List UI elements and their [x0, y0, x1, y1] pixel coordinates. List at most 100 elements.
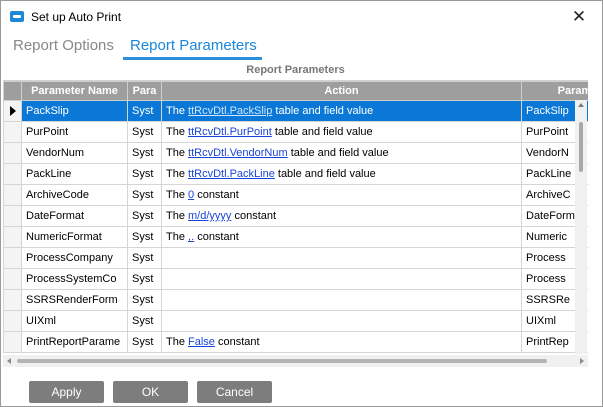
table-row[interactable]: PrintReportParame Syst The False constant P…: [3, 331, 588, 353]
parameter-type-cell[interactable]: Syst: [127, 121, 162, 143]
action-link[interactable]: ttRcvDtl.VendorNum: [188, 147, 288, 159]
action-suffix: table and field value: [271, 126, 373, 139]
parameter-type-cell[interactable]: Syst: [127, 163, 162, 185]
action-link[interactable]: m/d/yyyy: [188, 210, 231, 222]
parameter-name-cell[interactable]: ProcessCompany: [21, 247, 128, 269]
parameter-name-cell[interactable]: SSRSRenderForm: [21, 289, 128, 311]
action-suffix: table and field value: [287, 147, 389, 160]
action-cell[interactable]: The False constant: [161, 331, 522, 353]
col-header-parameter-name[interactable]: Parameter Name: [21, 81, 128, 101]
window-title: Set up Auto Print: [31, 10, 122, 24]
row-selector[interactable]: [3, 142, 22, 164]
parameter-type-cell[interactable]: Syst: [127, 205, 162, 227]
parameter-name-cell[interactable]: UIXml: [21, 310, 128, 332]
action-prefix: The: [166, 105, 189, 118]
horizontal-scrollbar[interactable]: [3, 355, 588, 367]
row-selector[interactable]: [3, 226, 22, 248]
row-selector[interactable]: [3, 268, 22, 290]
parameter-type-cell[interactable]: Syst: [127, 289, 162, 311]
title-bar: Set up Auto Print ✕: [1, 1, 602, 32]
row-selector[interactable]: [3, 289, 22, 311]
tab-bar: Report Options Report Parameters: [1, 35, 602, 61]
action-link[interactable]: ttRcvDtl.PurPoint: [188, 126, 272, 138]
table-row[interactable]: PurPoint Syst The ttRcvDtl.PurPoint table …: [3, 121, 588, 143]
vertical-scrollbar[interactable]: [575, 100, 587, 354]
current-row-arrow-icon: [9, 106, 16, 117]
action-suffix: constant: [194, 231, 239, 244]
parameter-type-cell[interactable]: Syst: [127, 100, 162, 122]
parameter-name-cell[interactable]: PackLine: [21, 163, 128, 185]
row-selector[interactable]: [3, 331, 22, 353]
parameter-name-cell[interactable]: DateFormat: [21, 205, 128, 227]
table-row[interactable]: ProcessCompany Syst Process: [3, 247, 588, 269]
row-selector[interactable]: [3, 100, 22, 122]
action-prefix: The: [166, 231, 189, 244]
table-row[interactable]: SSRSRenderForm Syst SSRSRe: [3, 289, 588, 311]
table-row[interactable]: NumericFormat Syst The ,. constant Numeric: [3, 226, 588, 248]
cancel-button[interactable]: Cancel: [197, 381, 272, 403]
table-row[interactable]: PackSlip Syst The ttRcvDtl.PackSlip table …: [3, 100, 588, 122]
action-cell[interactable]: [161, 289, 522, 311]
row-selector[interactable]: [3, 205, 22, 227]
action-cell[interactable]: The m/d/yyyy constant: [161, 205, 522, 227]
action-cell[interactable]: [161, 247, 522, 269]
parameter-type-cell[interactable]: Syst: [127, 268, 162, 290]
parameter-type-cell[interactable]: Syst: [127, 142, 162, 164]
table-row[interactable]: PackLine Syst The ttRcvDtl.PackLine table …: [3, 163, 588, 185]
col-header-parame[interactable]: Parame: [521, 81, 588, 101]
row-selector[interactable]: [3, 163, 22, 185]
action-cell[interactable]: The ttRcvDtl.PackSlip table and field va…: [161, 100, 522, 122]
row-selector[interactable]: [3, 121, 22, 143]
vertical-scroll-thumb[interactable]: [579, 122, 583, 172]
parameter-name-cell[interactable]: VendorNum: [21, 142, 128, 164]
action-link[interactable]: ttRcvDtl.PackLine: [188, 168, 275, 180]
action-cell[interactable]: [161, 310, 522, 332]
parameter-type-cell[interactable]: Syst: [127, 331, 162, 353]
parameters-grid: Parameter Name Para Action Parame PackSl…: [3, 80, 588, 354]
col-header-action[interactable]: Action: [161, 81, 522, 101]
action-cell[interactable]: The 0 constant: [161, 184, 522, 206]
table-row[interactable]: UIXml Syst UIXml: [3, 310, 588, 332]
row-selector[interactable]: [3, 310, 22, 332]
row-selector[interactable]: [3, 184, 22, 206]
apply-button[interactable]: Apply: [29, 381, 104, 403]
parameter-type-cell[interactable]: Syst: [127, 226, 162, 248]
parameter-name-cell[interactable]: PrintReportParame: [21, 331, 128, 353]
scroll-right-icon[interactable]: [580, 358, 584, 364]
table-row[interactable]: ProcessSystemCo Syst Process: [3, 268, 588, 290]
action-suffix: constant: [214, 336, 260, 349]
dialog-window: Set up Auto Print ✕ Report Options Repor…: [0, 0, 603, 407]
parameter-name-cell[interactable]: PackSlip: [21, 100, 128, 122]
parameter-name-cell[interactable]: PurPoint: [21, 121, 128, 143]
row-selector[interactable]: [3, 247, 22, 269]
close-button[interactable]: ✕: [556, 1, 602, 32]
parameter-type-cell[interactable]: Syst: [127, 247, 162, 269]
parameter-name-cell[interactable]: ArchiveCode: [21, 184, 128, 206]
action-suffix: constant: [194, 189, 239, 202]
action-cell[interactable]: [161, 268, 522, 290]
parameter-name-cell[interactable]: ProcessSystemCo: [21, 268, 128, 290]
ok-button[interactable]: OK: [113, 381, 188, 403]
scroll-left-icon[interactable]: [7, 358, 11, 364]
tab-report-options[interactable]: Report Options: [13, 35, 114, 59]
col-header-para[interactable]: Para: [127, 81, 162, 101]
action-link[interactable]: False: [188, 336, 215, 348]
action-cell[interactable]: The ttRcvDtl.PurPoint table and field va…: [161, 121, 522, 143]
horizontal-scroll-thumb[interactable]: [17, 359, 547, 363]
action-prefix: The: [166, 210, 189, 223]
action-suffix: table and field value: [274, 168, 376, 181]
action-prefix: The: [166, 126, 189, 139]
table-row[interactable]: DateFormat Syst The m/d/yyyy constant DateF…: [3, 205, 588, 227]
tab-report-parameters[interactable]: Report Parameters: [130, 35, 257, 59]
action-cell[interactable]: The ,. constant: [161, 226, 522, 248]
parameter-name-cell[interactable]: NumericFormat: [21, 226, 128, 248]
parameter-type-cell[interactable]: Syst: [127, 184, 162, 206]
action-link[interactable]: ttRcvDtl.PackSlip: [188, 105, 272, 117]
scroll-up-icon[interactable]: [578, 103, 584, 107]
action-cell[interactable]: The ttRcvDtl.VendorNum table and field v…: [161, 142, 522, 164]
parameter-type-cell[interactable]: Syst: [127, 310, 162, 332]
table-row[interactable]: ArchiveCode Syst The 0 constant ArchiveC: [3, 184, 588, 206]
table-row[interactable]: VendorNum Syst The ttRcvDtl.VendorNum tabl…: [3, 142, 588, 164]
action-cell[interactable]: The ttRcvDtl.PackLine table and field va…: [161, 163, 522, 185]
action-suffix: table and field value: [272, 105, 374, 118]
